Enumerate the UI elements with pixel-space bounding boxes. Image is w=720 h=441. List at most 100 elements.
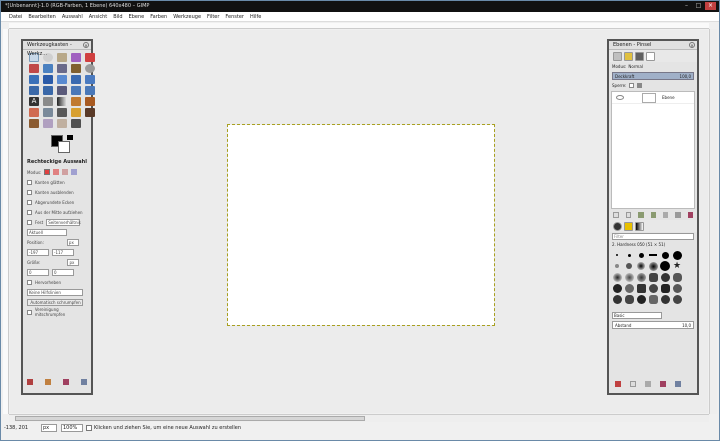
brushes-tab-icon[interactable] (613, 222, 622, 231)
new-layer-icon[interactable] (613, 212, 619, 218)
menu-datei[interactable]: Datei (1, 12, 25, 22)
brush-item[interactable] (624, 250, 634, 260)
mode-add-icon[interactable] (53, 169, 60, 175)
brush-item[interactable] (648, 294, 658, 304)
brush-item[interactable] (660, 283, 670, 293)
menu-farben[interactable]: Farben (147, 12, 170, 22)
reset-options-icon[interactable] (81, 379, 87, 385)
brush-item[interactable] (672, 294, 682, 304)
mode-replace-icon[interactable] (44, 169, 51, 175)
position-unit-select[interactable]: px (66, 238, 79, 246)
brush-item[interactable] (648, 283, 658, 293)
fuzzy-select-tool-icon[interactable] (71, 53, 81, 62)
size-width-field[interactable]: 0 (27, 268, 49, 276)
close-icon[interactable]: × (83, 42, 89, 48)
bucket-fill-tool-icon[interactable] (43, 97, 53, 106)
brush-item[interactable] (636, 294, 646, 304)
horizontal-scrollbar[interactable] (9, 414, 709, 422)
guides-select[interactable]: Keine Hilfslinien (27, 288, 83, 296)
lock-alpha-checkbox[interactable] (637, 83, 643, 88)
restore-options-icon[interactable] (45, 379, 51, 385)
clone-tool-icon[interactable] (71, 108, 81, 117)
opacity-slider[interactable]: Deckkraft 100,0 (612, 72, 694, 80)
default-colors-icon[interactable] (67, 135, 73, 140)
highlight-checkbox[interactable] (27, 279, 32, 285)
paths-tool-icon[interactable] (57, 64, 67, 73)
save-options-icon[interactable] (27, 379, 33, 385)
dodge-burn-tool-icon[interactable] (71, 119, 81, 128)
raise-layer-icon[interactable] (638, 212, 644, 218)
close-icon[interactable]: × (705, 2, 716, 10)
brush-item[interactable] (672, 283, 682, 293)
heal-tool-icon[interactable] (85, 108, 95, 117)
duplicate-brush-icon[interactable] (645, 381, 651, 387)
ink-tool-icon[interactable] (57, 108, 67, 117)
layers-tab-icon[interactable] (613, 52, 622, 61)
delete-options-icon[interactable] (63, 379, 69, 385)
patterns-tab-icon[interactable] (624, 222, 633, 231)
crop-tool-icon[interactable] (71, 75, 81, 84)
brush-item[interactable] (624, 272, 634, 282)
brush-item[interactable] (672, 250, 682, 260)
feather-checkbox[interactable] (27, 189, 32, 195)
undo-tab-icon[interactable] (646, 52, 655, 61)
brush-filter-field[interactable]: Filter (612, 233, 694, 240)
size-height-field[interactable]: 0 (52, 268, 74, 276)
refresh-brushes-icon[interactable] (675, 381, 681, 387)
brush-item[interactable] (636, 250, 646, 260)
move-tool-icon[interactable] (43, 75, 53, 84)
blend-tool-icon[interactable] (57, 97, 67, 106)
image-canvas[interactable] (227, 124, 495, 326)
color-picker-tool-icon[interactable] (71, 64, 81, 73)
eraser-tool-icon[interactable] (29, 108, 39, 117)
brush-item[interactable] (672, 272, 682, 282)
merge-checkbox[interactable] (27, 309, 32, 315)
mode-subtract-icon[interactable] (62, 169, 69, 175)
edit-brush-icon[interactable] (615, 381, 621, 387)
menu-bearbeiten[interactable]: Bearbeiten (25, 12, 58, 22)
brush-item[interactable] (624, 294, 634, 304)
maximize-icon[interactable]: □ (693, 2, 704, 10)
brush-item[interactable] (612, 283, 622, 293)
align-tool-icon[interactable] (57, 75, 67, 84)
position-x-field[interactable]: -197 (27, 248, 49, 256)
brush-item[interactable] (648, 272, 658, 282)
brush-set-select[interactable]: Basic (612, 312, 662, 319)
blur-tool-icon[interactable] (43, 119, 53, 128)
layer-row[interactable]: Ebene (612, 92, 694, 104)
color-select-tool-icon[interactable] (85, 53, 95, 62)
lasso-tool-icon[interactable] (57, 53, 67, 62)
brush-item[interactable] (636, 272, 646, 282)
lower-layer-icon[interactable] (650, 212, 656, 218)
brush-item[interactable] (660, 272, 670, 282)
menu-filter[interactable]: Filter (204, 12, 222, 22)
brush-star-icon[interactable]: ★ (672, 261, 682, 271)
measure-tool-icon[interactable] (29, 75, 39, 84)
eye-icon[interactable] (616, 95, 624, 100)
layer-mode-select[interactable]: Normal (628, 64, 642, 69)
zoom-tool-icon[interactable] (85, 64, 95, 73)
paths-tab-icon[interactable] (635, 52, 644, 61)
smudge-tool-icon[interactable] (57, 119, 67, 128)
rotate-tool-icon[interactable] (85, 75, 95, 84)
vertical-ruler[interactable] (3, 29, 9, 414)
airbrush-tool-icon[interactable] (43, 108, 53, 117)
rounded-checkbox[interactable] (27, 199, 32, 205)
menu-hilfe[interactable]: Hilfe (247, 12, 264, 22)
pencil-tool-icon[interactable] (71, 97, 81, 106)
lock-pixels-checkbox[interactable] (629, 83, 635, 88)
minimize-icon[interactable]: – (681, 2, 692, 10)
antialias-checkbox[interactable] (27, 179, 32, 185)
new-group-icon[interactable] (625, 212, 632, 218)
brush-item[interactable] (648, 261, 658, 271)
cage-transform-tool-icon[interactable] (85, 86, 95, 95)
brush-item[interactable] (612, 250, 622, 260)
paintbrush-tool-icon[interactable] (85, 97, 95, 106)
menu-bild[interactable]: Bild (110, 12, 125, 22)
close-icon[interactable]: × (689, 42, 695, 48)
delete-brush-icon[interactable] (660, 381, 666, 387)
brush-item[interactable] (636, 261, 646, 271)
channels-tab-icon[interactable] (624, 52, 633, 61)
shear-tool-icon[interactable] (43, 86, 53, 95)
unit-select[interactable]: px (41, 424, 57, 432)
